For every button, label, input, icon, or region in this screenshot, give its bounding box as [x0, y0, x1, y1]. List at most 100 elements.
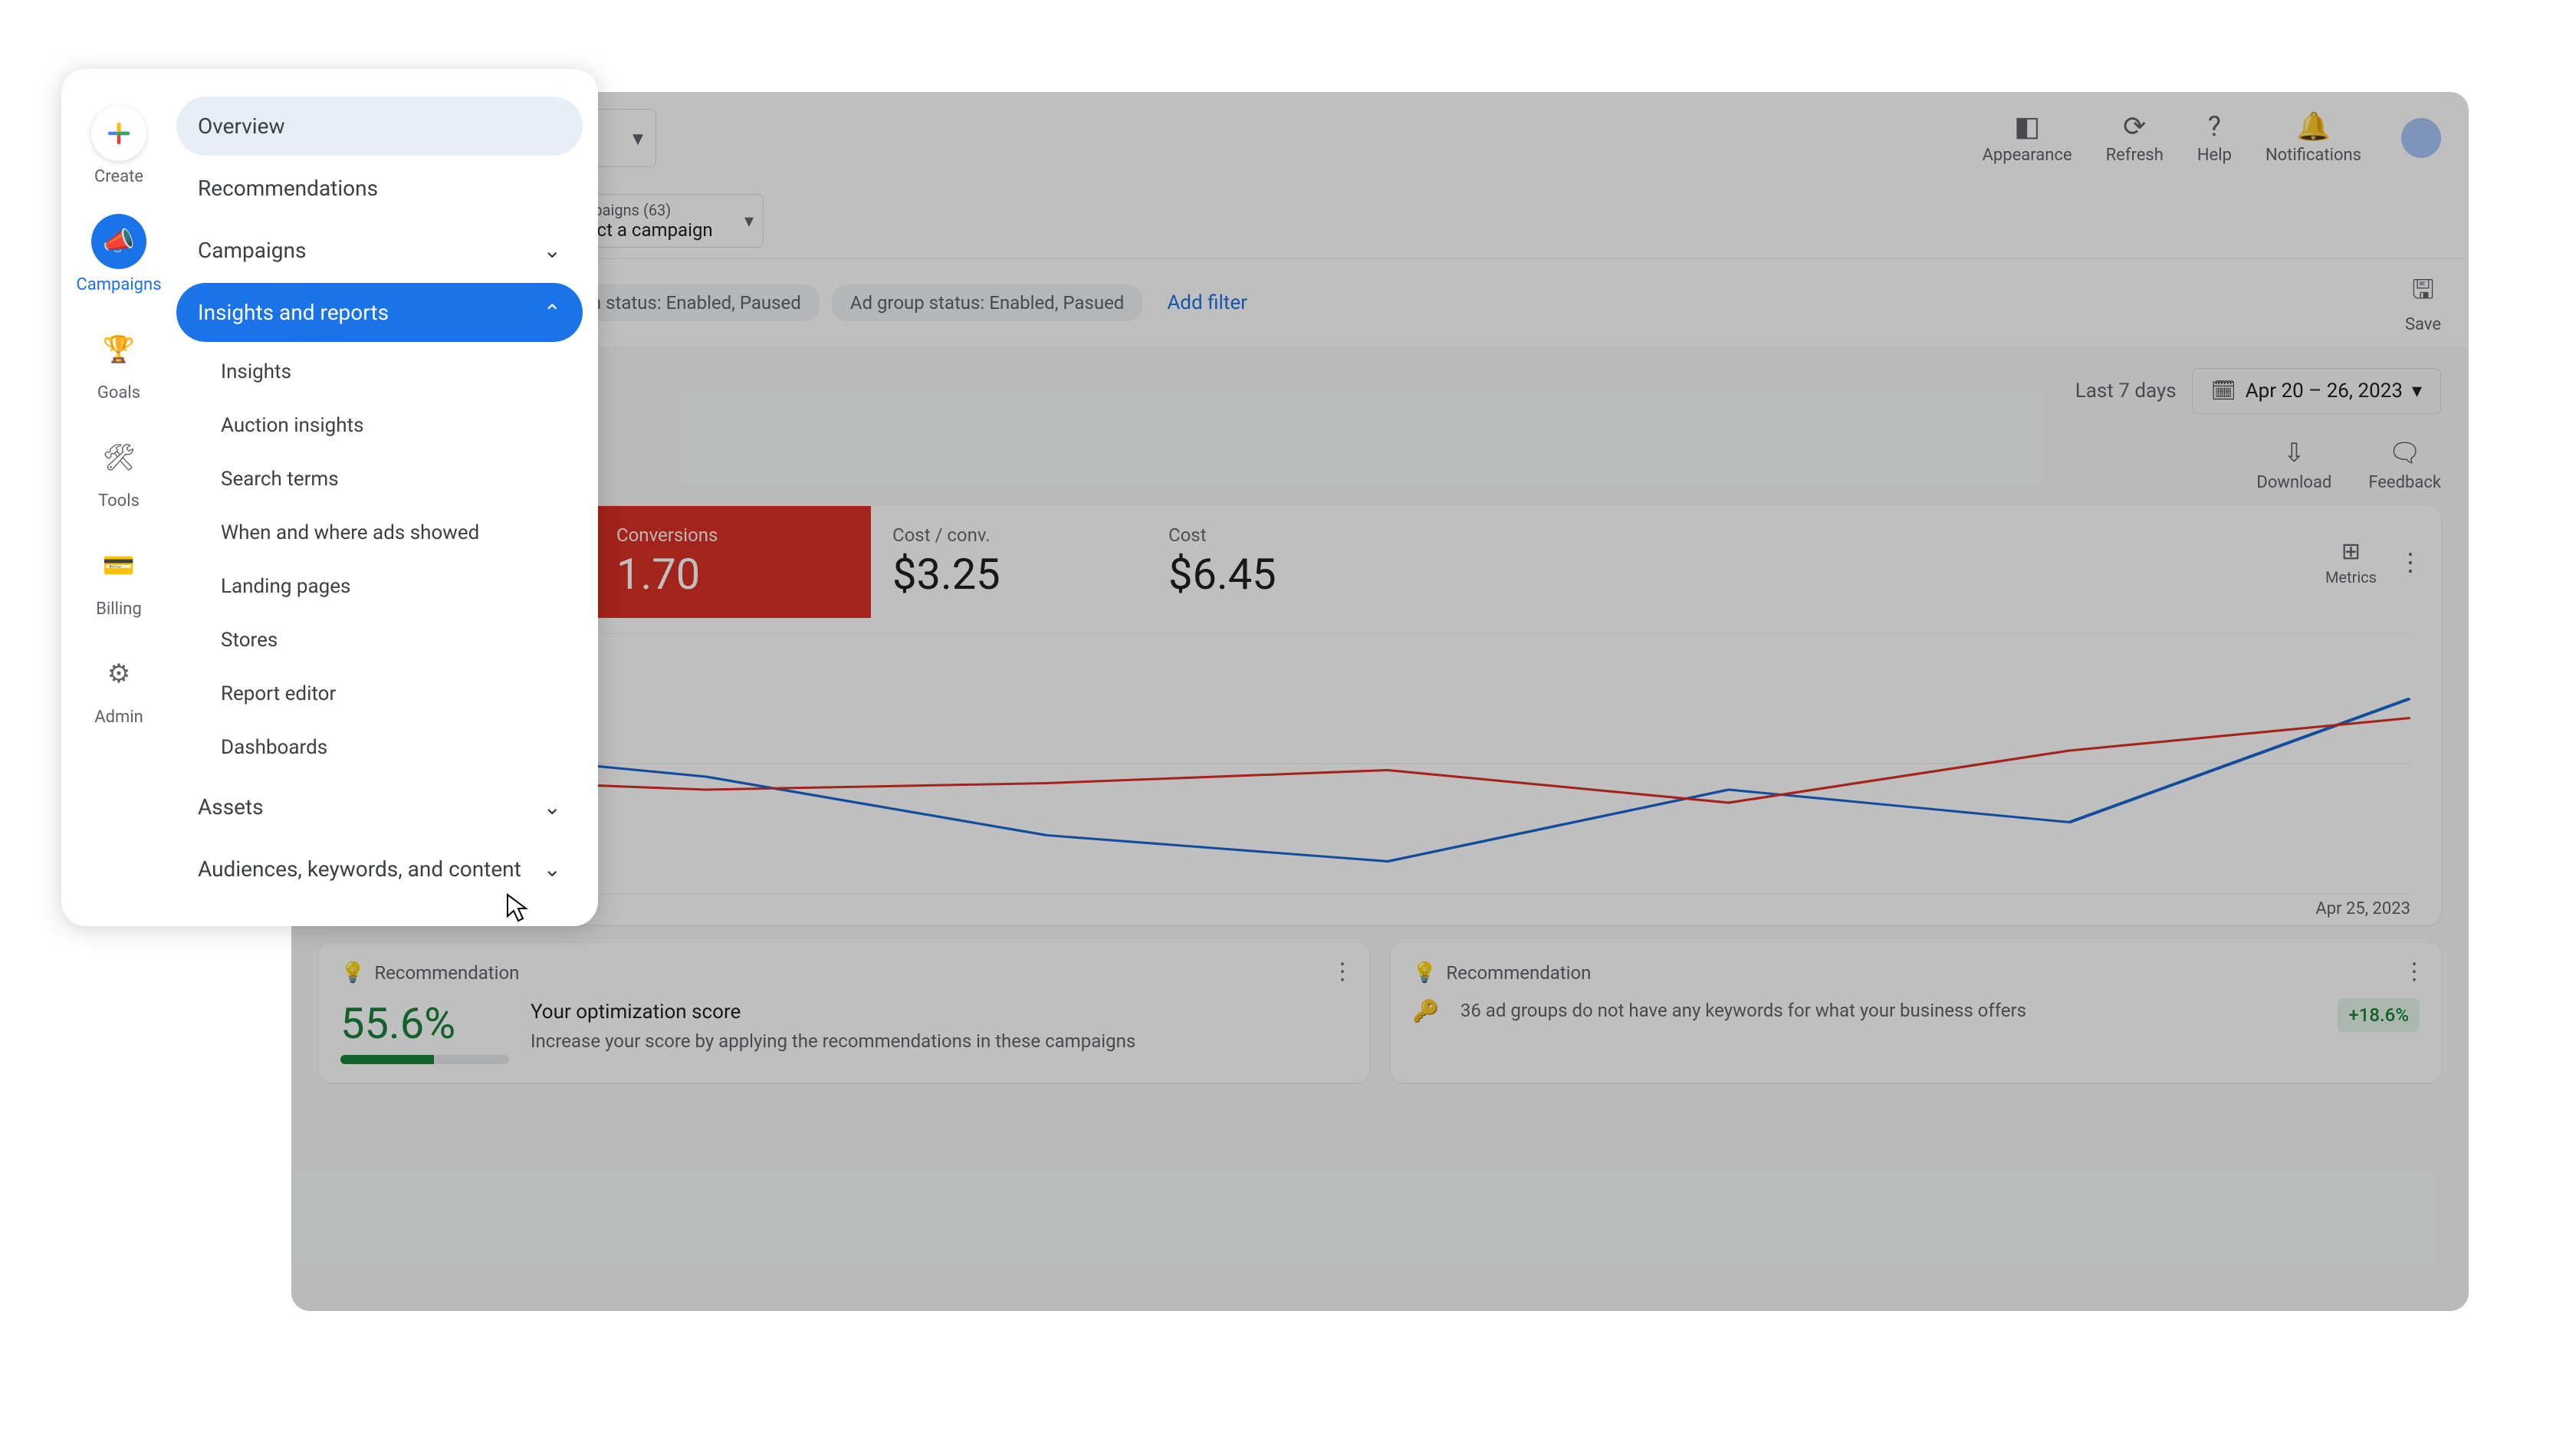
help-icon: ?	[2208, 110, 2221, 143]
sub-report-editor[interactable]: Report editor	[199, 667, 583, 721]
calendar-icon: 🗓	[2211, 380, 2236, 402]
notifications-label: Notifications	[2266, 146, 2361, 165]
sub-search-terms[interactable]: Search terms	[199, 452, 583, 506]
sidebar-flyout: Create 📣 Campaigns 🏆 Goals 🛠 Tools 💳 Bil…	[61, 69, 598, 926]
chevron-down-icon: ⌄	[544, 794, 561, 820]
metric-cpc-value: $3.25	[892, 549, 1125, 600]
kebab-icon[interactable]: ⋮	[2398, 547, 2423, 577]
chevron-down-icon: ⌄	[544, 238, 561, 263]
menu-insights-reports-label: Insights and reports	[198, 300, 389, 325]
menu-campaigns[interactable]: Campaigns ⌄	[176, 221, 583, 280]
add-chart-icon: ⊞	[2341, 538, 2361, 565]
sidebar-menu: Overview Recommendations Campaigns ⌄ Insi…	[176, 87, 598, 908]
rail-admin[interactable]: ⚙ Admin	[91, 646, 146, 727]
download-icon: ⇩	[2283, 438, 2305, 468]
bell-icon: 🔔	[2296, 110, 2331, 143]
filter-row: Workspace (2 filters) ⌂All campaigns ▾ C…	[291, 183, 2469, 259]
menu-campaigns-label: Campaigns	[198, 238, 306, 263]
rail-goals-label: Goals	[97, 383, 140, 402]
reco-keywords-body: 36 ad groups do not have any keywords fo…	[1460, 998, 2317, 1024]
rail-create[interactable]: Create	[91, 106, 146, 186]
menu-audiences-label: Audiences, keywords, and content	[198, 856, 521, 882]
rail-campaigns-label: Campaigns	[76, 275, 161, 294]
save-label: Save	[2405, 315, 2441, 334]
megaphone-icon: 📣	[91, 214, 146, 269]
avatar[interactable]	[2401, 118, 2441, 158]
topbar: ▾ ◧ Appearance ⟳ Refresh ?Help 🔔 Notificati…	[291, 92, 2469, 183]
reco-keywords-delta: +18.6%	[2338, 998, 2420, 1032]
key-icon: 🔑	[1412, 998, 1439, 1024]
gear-icon: ⚙	[91, 646, 146, 702]
sub-dashboards[interactable]: Dashboards	[199, 721, 583, 774]
metric-cost-label: Cost	[1168, 524, 1401, 546]
metric-tile-cost[interactable]: Cost $6.45	[1147, 506, 1423, 618]
nav-rail: Create 📣 Campaigns 🏆 Goals 🛠 Tools 💳 Bil…	[61, 87, 176, 908]
appearance-label: Appearance	[1983, 146, 2072, 165]
bulb-icon: 💡	[340, 961, 365, 984]
reco-card-keywords[interactable]: ⋮ 💡 Recommendation 🔑 36 ad groups do not …	[1391, 943, 2441, 1083]
date-range-picker[interactable]: 🗓 Apr 20 – 26, 2023 ▾	[2192, 368, 2441, 414]
wrench-icon: 🛠	[91, 430, 146, 485]
download-label: Download	[2256, 473, 2331, 492]
appearance-icon: ◧	[2014, 110, 2040, 143]
opt-score-body: Increase your score by applying the reco…	[531, 1029, 1135, 1055]
appearance-button[interactable]: ◧ Appearance	[1970, 104, 2085, 171]
chevron-down-icon: ▾	[744, 210, 754, 232]
refresh-icon: ⟳	[2123, 110, 2146, 143]
metric-cpc-label: Cost / conv.	[892, 524, 1125, 546]
menu-insights-reports[interactable]: Insights and reports ⌃	[176, 283, 583, 342]
rail-billing-label: Billing	[96, 600, 142, 619]
add-filter-button[interactable]: Add filter	[1155, 284, 1260, 322]
help-button[interactable]: ?Help	[2185, 104, 2244, 171]
menu-recommendations[interactable]: Recommendations	[176, 159, 583, 218]
bulb-icon: 💡	[1412, 961, 1437, 984]
metric-tile-cost-per-conv[interactable]: Cost / conv. $3.25	[871, 506, 1147, 618]
menu-assets-label: Assets	[198, 794, 264, 820]
opt-score-bar	[340, 1055, 509, 1064]
menu-audiences[interactable]: Audiences, keywords, and content ⌄	[176, 840, 583, 899]
x-tick-end: Apr 25, 2023	[2315, 899, 2410, 918]
sub-landing-pages[interactable]: Landing pages	[199, 560, 583, 613]
reco-card-opt-score[interactable]: ⋮ 💡Recommendation 55.6% Your optimizatio…	[319, 943, 1369, 1083]
menu-recommendations-label: Recommendations	[198, 176, 378, 201]
refresh-button[interactable]: ⟳ Refresh	[2094, 104, 2176, 171]
download-button[interactable]: ⇩ Download	[2256, 438, 2331, 492]
sub-auction-insights[interactable]: Auction insights	[199, 399, 583, 452]
menu-overview[interactable]: Overview	[176, 97, 583, 156]
kebab-icon[interactable]: ⋮	[1331, 958, 1354, 985]
rail-billing[interactable]: 💳 Billing	[91, 538, 146, 619]
refresh-label: Refresh	[2106, 146, 2164, 165]
chevron-down-icon: ▾	[2412, 380, 2422, 402]
chip-adgroup-status[interactable]: Ad group status: Enabled, Pasued	[832, 284, 1143, 321]
rail-create-label: Create	[94, 167, 143, 186]
save-icon: 🖫	[2412, 271, 2434, 315]
metric-conv-label: Conversions	[616, 524, 849, 546]
reco-label: Recommendation	[374, 962, 519, 984]
submenu-insights-reports: Insights Auction insights Search terms W…	[176, 345, 583, 774]
rail-campaigns[interactable]: 📣 Campaigns	[76, 214, 161, 294]
chevron-down-icon: ⌄	[544, 856, 561, 882]
metrics-button[interactable]: ⊞ Metrics	[2325, 538, 2377, 586]
save-button[interactable]: 🖫Save	[2405, 271, 2441, 334]
feedback-button[interactable]: 🗨Feedback	[2368, 438, 2441, 492]
trophy-icon: 🏆	[91, 322, 146, 377]
rail-tools[interactable]: 🛠 Tools	[91, 430, 146, 511]
metrics-button-label: Metrics	[2325, 568, 2377, 586]
kebab-icon[interactable]: ⋮	[2403, 958, 2426, 985]
reco-label: Recommendation	[1446, 962, 1591, 984]
opt-score-title: Your optimization score	[531, 998, 1135, 1026]
chevron-up-icon: ⌃	[544, 300, 561, 325]
sub-stores[interactable]: Stores	[199, 613, 583, 667]
notifications-button[interactable]: 🔔 Notifications	[2253, 104, 2374, 171]
menu-overview-label: Overview	[198, 113, 285, 139]
sub-when-where[interactable]: When and where ads showed	[199, 506, 583, 560]
chip-row: Workspace filter Campaign status: Enable…	[291, 259, 2469, 347]
sub-insights[interactable]: Insights	[199, 345, 583, 399]
rail-goals[interactable]: 🏆 Goals	[91, 322, 146, 402]
chart-svg	[365, 633, 2410, 894]
metric-tile-conversions[interactable]: Conversions 1.70	[595, 506, 871, 618]
menu-assets[interactable]: Assets ⌄	[176, 777, 583, 836]
chevron-down-icon: ▾	[632, 125, 643, 150]
chart: 2 1 0 Apr 19, 2023	[319, 618, 2441, 925]
last-7-days-label: Last 7 days	[2075, 380, 2177, 402]
